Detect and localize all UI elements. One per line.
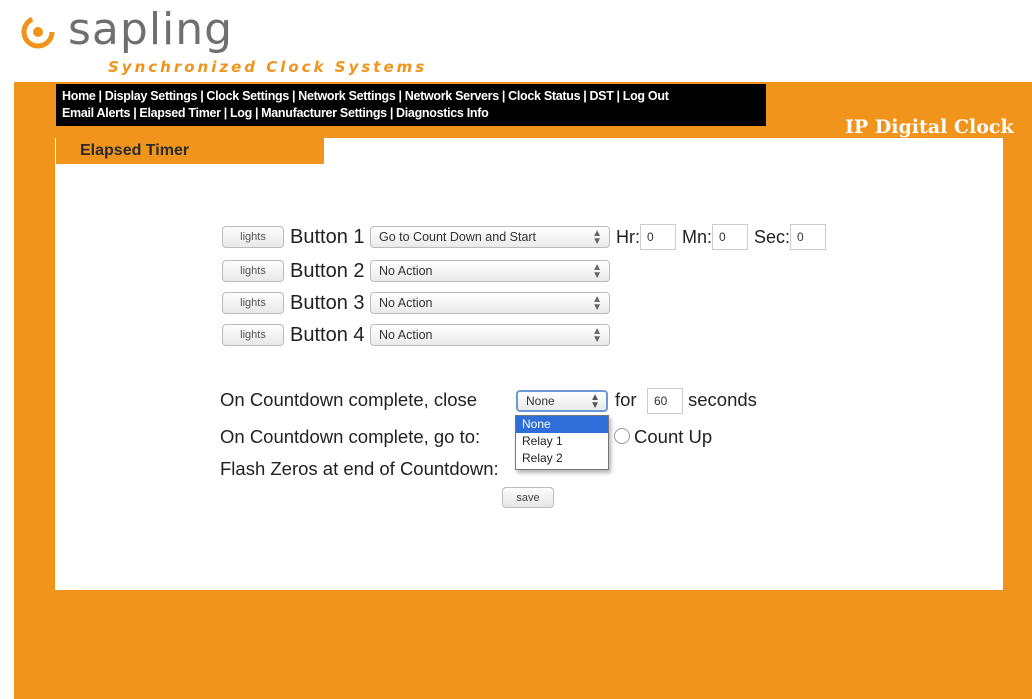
button-3-action-select[interactable]: No Action ▲ ▼ (370, 292, 610, 314)
countdown-close-label: On Countdown complete, close (220, 389, 478, 410)
seconds-input[interactable]: 60 (647, 388, 683, 414)
brand-tagline: Synchronized Clock Systems (108, 58, 428, 76)
nav-clock-status[interactable]: Clock Status (508, 89, 580, 103)
for-label: for (615, 389, 637, 410)
button-row-3: lights Button 3 No Action ▲ ▼ (222, 290, 610, 316)
nav-log[interactable]: Log (230, 106, 252, 120)
updown-arrow-icon: ▲ ▼ (592, 326, 602, 345)
lights-button-2[interactable]: lights (222, 260, 284, 282)
nav-network-settings[interactable]: Network Settings (298, 89, 396, 103)
relay-option-1[interactable]: Relay 1 (516, 433, 608, 450)
lights-button-3[interactable]: lights (222, 292, 284, 314)
content-panel (55, 138, 1003, 590)
relay-option-2[interactable]: Relay 2 (516, 450, 608, 467)
save-button[interactable]: save (502, 487, 554, 508)
button-1-label: Button 1 (290, 225, 365, 248)
lights-button-1[interactable]: lights (222, 226, 284, 248)
relay-option-none[interactable]: None (516, 416, 608, 433)
button-2-label: Button 2 (290, 259, 365, 282)
sec-input[interactable]: 0 (790, 224, 827, 250)
hr-label: Hr: (616, 226, 640, 247)
nav-clock-settings[interactable]: Clock Settings (206, 89, 289, 103)
button-3-label: Button 3 (290, 291, 365, 314)
relay-dropdown-list: None Relay 1 Relay 2 (515, 415, 609, 470)
button-2-action-select[interactable]: No Action ▲ ▼ (370, 260, 610, 282)
product-title: IP Digital Clock (845, 116, 1014, 138)
seconds-label: seconds (688, 389, 757, 410)
updown-arrow-icon: ▲ ▼ (592, 294, 602, 313)
nav-display-settings[interactable]: Display Settings (105, 89, 198, 103)
updown-arrow-icon: ▲ ▼ (592, 228, 602, 247)
countdown-goto-label: On Countdown complete, go to: (220, 426, 481, 447)
tab-elapsed-timer: Elapsed Timer (56, 138, 324, 164)
button-1-action-select[interactable]: Go to Count Down and Start ▲ ▼ (370, 226, 610, 248)
relay-select[interactable]: None ▲ ▼ (516, 390, 608, 412)
sec-label: Sec: (754, 226, 791, 247)
button-row-2: lights Button 2 No Action ▲ ▼ (222, 258, 610, 284)
button-4-label: Button 4 (290, 323, 365, 346)
nav-dst[interactable]: DST (589, 89, 613, 103)
nav-diagnostics-info[interactable]: Diagnostics Info (396, 106, 489, 120)
nav-row-1: Home | Display Settings | Clock Settings | Net… (62, 89, 669, 103)
button-4-action-select[interactable]: No Action ▲ ▼ (370, 324, 610, 346)
brand-name: sapling (68, 4, 234, 55)
sapling-logo-icon (21, 15, 55, 49)
nav-log-out[interactable]: Log Out (623, 89, 669, 103)
hr-input[interactable]: 0 (640, 224, 676, 250)
count-up-label: Count Up (634, 426, 713, 447)
nav-row-2: Email Alerts | Elapsed Timer | Log | Manufactu… (62, 106, 489, 120)
updown-arrow-icon: ▲ ▼ (590, 392, 600, 411)
flash-zeros-label: Flash Zeros at end of Countdown: (220, 458, 499, 479)
nav-manufacturer-settings[interactable]: Manufacturer Settings (261, 106, 387, 120)
nav-home[interactable]: Home (62, 89, 96, 103)
updown-arrow-icon: ▲ ▼ (592, 262, 602, 281)
button-row-1: lights Button 1 Go to Count Down and Sta… (222, 224, 827, 250)
nav-elapsed-timer[interactable]: Elapsed Timer (139, 106, 221, 120)
mn-label: Mn: (682, 226, 713, 247)
button-row-4: lights Button 4 No Action ▲ ▼ (222, 322, 610, 348)
tab-title: Elapsed Timer (80, 142, 190, 159)
mn-input[interactable]: 0 (712, 224, 749, 250)
nav-network-servers[interactable]: Network Servers (405, 89, 499, 103)
sapling-logo: sapling Synchronized Clock Systems (18, 4, 438, 78)
count-up-radio[interactable] (614, 428, 630, 444)
nav-email-alerts[interactable]: Email Alerts (62, 106, 131, 120)
lights-button-4[interactable]: lights (222, 324, 284, 346)
main-nav: Home | Display Settings | Clock Settings | Net… (56, 84, 766, 126)
